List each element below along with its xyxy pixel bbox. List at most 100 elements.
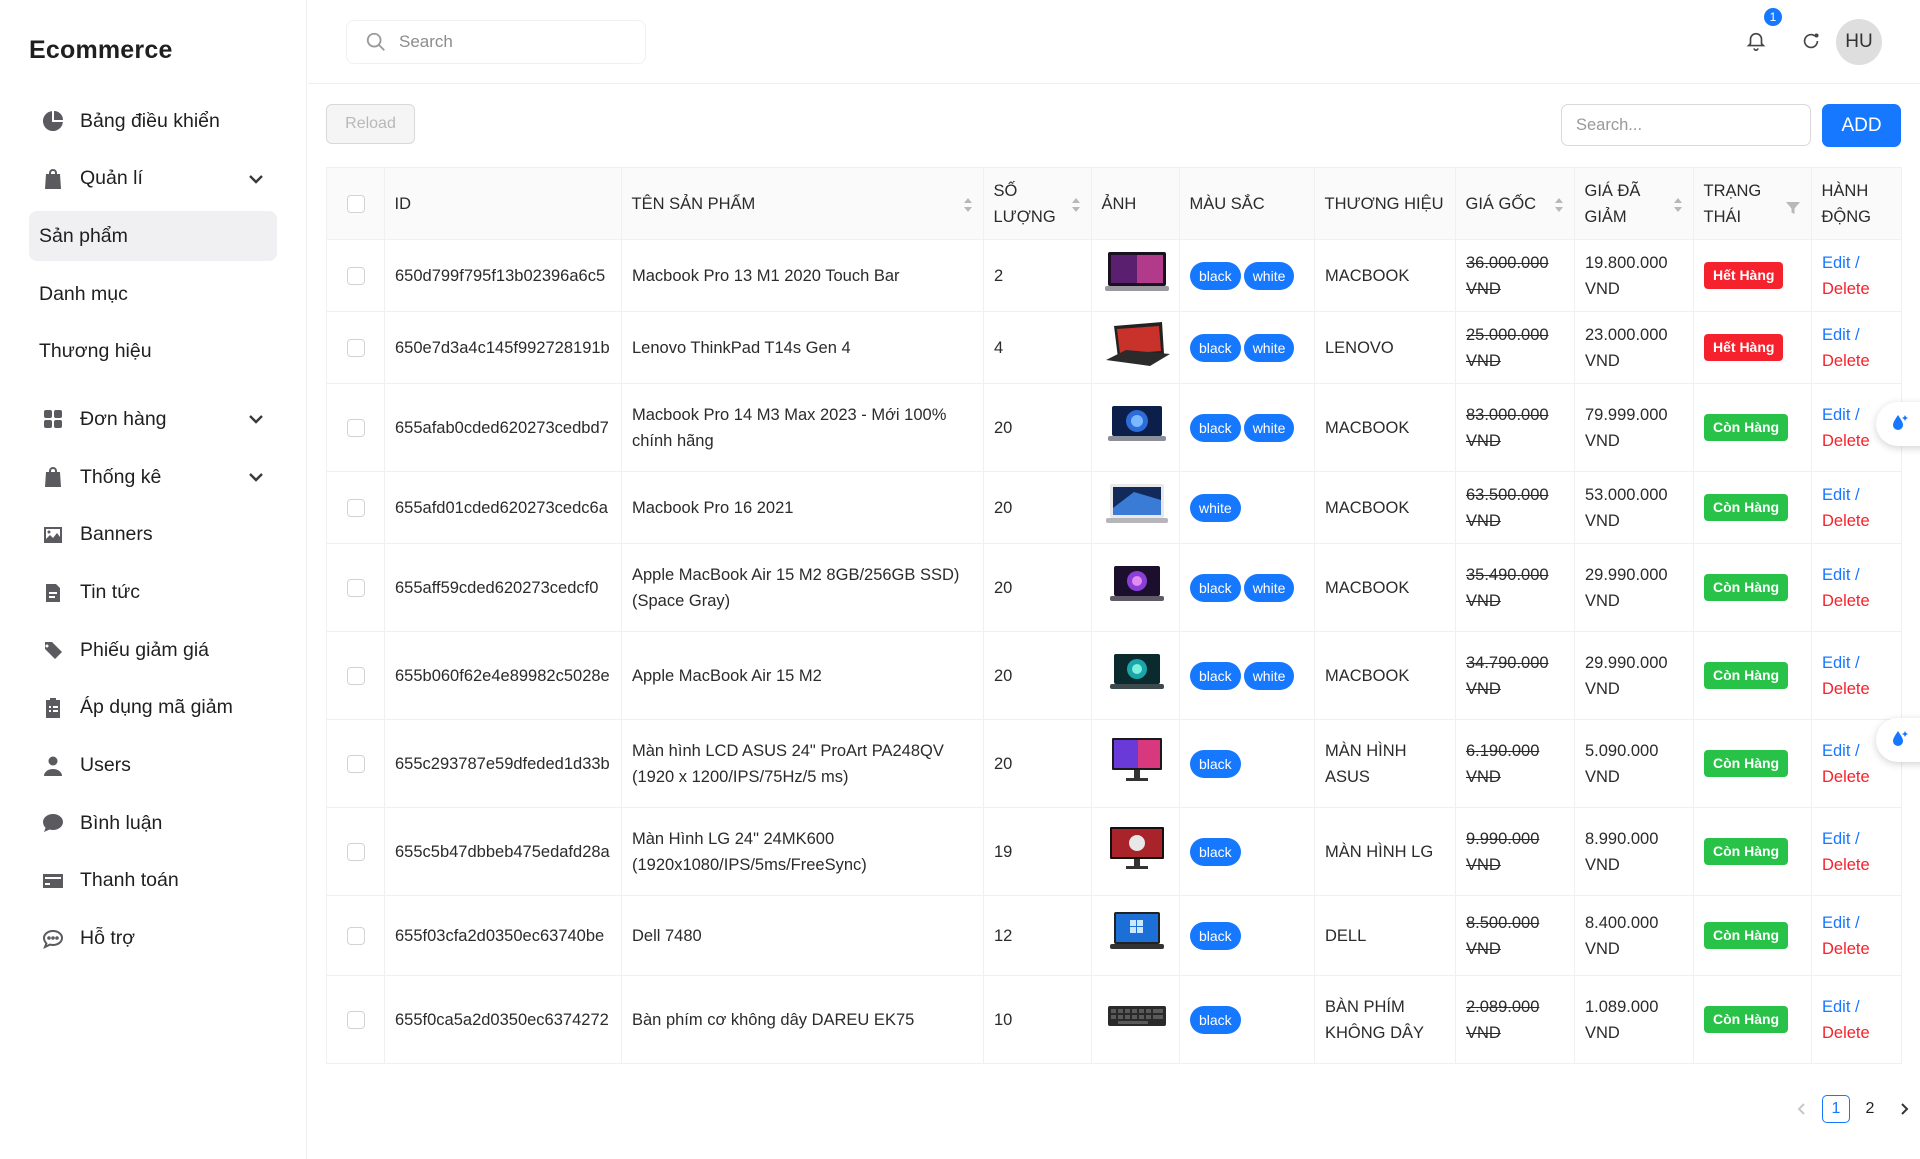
sidebar-item-categories[interactable]: Danh mục [29, 269, 277, 319]
delete-link[interactable]: Delete [1822, 508, 1891, 534]
column-label: TÊN SẢN PHẨM [631, 194, 756, 213]
prev-page-button[interactable] [1788, 1095, 1816, 1123]
sidebar-item-brands[interactable]: Thương hiệu [29, 327, 277, 377]
page-button-2[interactable]: 2 [1856, 1095, 1884, 1123]
table-search-input[interactable] [1562, 105, 1810, 145]
cell-quantity: 2 [983, 239, 1092, 312]
column-header-status[interactable]: TRẠNG THÁI [1693, 167, 1812, 240]
row-checkbox[interactable] [347, 578, 365, 597]
edit-link[interactable]: Edit / [1822, 654, 1860, 672]
sidebar-item-support[interactable]: Hỗ trợ [29, 914, 277, 964]
edit-link[interactable]: Edit / [1822, 914, 1860, 932]
edit-link[interactable]: Edit / [1822, 830, 1860, 848]
table-row[interactable]: 655afab0cded620273cedbd7 Macbook Pro 14 … [326, 383, 1902, 472]
table-row[interactable]: 650d799f795f13b02396a6c5 Macbook Pro 13 … [326, 239, 1902, 312]
sort-icon[interactable] [1070, 196, 1082, 214]
cell-quantity: 12 [983, 895, 1092, 976]
sort-icon[interactable] [1672, 196, 1684, 214]
sidebar-item-coupons[interactable]: Phiếu giảm giá [29, 625, 277, 675]
edit-link[interactable]: Edit / [1822, 742, 1860, 760]
sort-icon[interactable] [962, 196, 974, 214]
delete-link[interactable]: Delete [1822, 936, 1891, 962]
column-label: HÀNH ĐỘNG [1821, 181, 1872, 226]
table-row[interactable]: 655aff59cded620273cedcf0 Apple MacBook A… [326, 543, 1902, 632]
row-checkbox[interactable] [347, 266, 365, 285]
delete-link[interactable]: Delete [1822, 764, 1891, 790]
cell-colors: white [1179, 471, 1315, 544]
row-checkbox[interactable] [347, 666, 365, 685]
select-all-checkbox[interactable] [347, 194, 365, 213]
row-checkbox[interactable] [347, 754, 365, 773]
global-search-input[interactable] [399, 32, 619, 52]
filter-icon[interactable] [1785, 197, 1800, 214]
edit-link[interactable]: Edit / [1822, 406, 1860, 424]
row-checkbox[interactable] [347, 1010, 365, 1029]
edit-link[interactable]: Edit / [1822, 326, 1860, 344]
status-badge: Còn Hàng [1704, 922, 1789, 949]
row-select-cell [326, 895, 385, 976]
sidebar-item-banners[interactable]: Banners [29, 510, 277, 560]
edit-link[interactable]: Edit / [1822, 998, 1860, 1016]
bell-icon[interactable] [1745, 30, 1769, 54]
column-header-quantity[interactable]: SỐ LƯỢNG [983, 167, 1092, 240]
avatar[interactable]: HU [1836, 19, 1882, 65]
reload-button[interactable]: Reload [326, 104, 415, 144]
sidebar-item-orders[interactable]: Đơn hàng [29, 394, 277, 444]
table-row[interactable]: 655b060f62e4e89982c5028e Apple MacBook A… [326, 631, 1902, 720]
delete-link[interactable]: Delete [1822, 852, 1891, 878]
edit-link[interactable]: Edit / [1822, 254, 1860, 272]
sidebar-item-users[interactable]: Users [29, 741, 277, 791]
table-row[interactable]: 655c293787e59dfeded1d33b Màn hình LCD AS… [326, 719, 1902, 808]
sidebar-item-products[interactable]: Sản phẩm [29, 211, 277, 262]
row-checkbox[interactable] [347, 418, 365, 437]
table-row[interactable]: 655f0ca5a2d0350ec6374272 Bàn phím cơ khô… [326, 975, 1902, 1064]
products-table: ID TÊN SẢN PHẨM SỐ LƯỢNG ẢNH MÀU SẮC THƯ… [326, 167, 1902, 1064]
cell-name: Lenovo ThinkPad T14s Gen 4 [621, 311, 984, 384]
table-row[interactable]: 655afd01cded620273cedc6a Macbook Pro 16 … [326, 471, 1902, 544]
cell-image [1091, 543, 1180, 632]
row-checkbox[interactable] [347, 842, 365, 861]
table-row[interactable]: 655f03cfa2d0350ec63740be Dell 7480 12 bl… [326, 895, 1902, 976]
sidebar-item-comments[interactable]: Bình luận [29, 798, 277, 848]
floating-helper-button[interactable] [1876, 402, 1920, 446]
cell-colors: black white [1179, 543, 1315, 632]
edit-link[interactable]: Edit / [1822, 486, 1860, 504]
delete-link[interactable]: Delete [1822, 588, 1891, 614]
sidebar-item-payments[interactable]: Thanh toán [29, 856, 277, 906]
refresh-icon[interactable] [1800, 30, 1824, 54]
column-header-colors: MÀU SẮC [1179, 167, 1315, 240]
row-checkbox[interactable] [347, 926, 365, 945]
row-checkbox[interactable] [347, 498, 365, 517]
floating-helper-button-2[interactable] [1876, 718, 1920, 762]
cell-actions: Edit / Delete [1811, 631, 1902, 720]
product-thumbnail [1110, 826, 1164, 869]
sidebar-item-statistics[interactable]: Thống kê [29, 452, 277, 502]
column-header-price[interactable]: GIÁ GỐC [1455, 167, 1575, 240]
cell-quantity: 19 [983, 807, 1092, 896]
edit-link[interactable]: Edit / [1822, 566, 1860, 584]
delete-link[interactable]: Delete [1822, 1020, 1891, 1046]
sidebar-item-dashboard[interactable]: Bảng điều khiển [29, 96, 277, 146]
cell-actions: Edit / Delete [1811, 239, 1902, 312]
sort-icon[interactable] [1553, 196, 1565, 214]
row-checkbox[interactable] [347, 338, 365, 357]
delete-link[interactable]: Delete [1822, 276, 1891, 302]
table-header-row: ID TÊN SẢN PHẨM SỐ LƯỢNG ẢNH MÀU SẮC THƯ… [326, 167, 1902, 240]
cell-brand: MÀN HÌNH LG [1314, 807, 1456, 896]
delete-link[interactable]: Delete [1822, 348, 1891, 374]
sidebar-item-news[interactable]: Tin tức [29, 568, 277, 618]
page-button-1[interactable]: 1 [1822, 1095, 1850, 1123]
sidebar-item-management[interactable]: Quản lí [29, 154, 277, 204]
table-row[interactable]: 655c5b47dbbeb475edafd28a Màn Hình LG 24"… [326, 807, 1902, 896]
next-page-button[interactable] [1890, 1095, 1918, 1123]
add-button[interactable]: ADD [1822, 104, 1901, 147]
global-search[interactable] [346, 20, 646, 64]
column-header-sale-price[interactable]: GIÁ ĐÃ GIẢM [1574, 167, 1694, 240]
row-select-cell [326, 975, 385, 1064]
delete-link[interactable]: Delete [1822, 676, 1891, 702]
column-header-name[interactable]: TÊN SẢN PHẨM [621, 167, 984, 240]
table-row[interactable]: 650e7d3a4c145f992728191b Lenovo ThinkPad… [326, 311, 1902, 384]
table-search[interactable] [1561, 104, 1811, 146]
sidebar-item-apply-coupon[interactable]: Áp dụng mã giảm [29, 683, 277, 733]
cell-id: 650e7d3a4c145f992728191b [384, 311, 622, 384]
